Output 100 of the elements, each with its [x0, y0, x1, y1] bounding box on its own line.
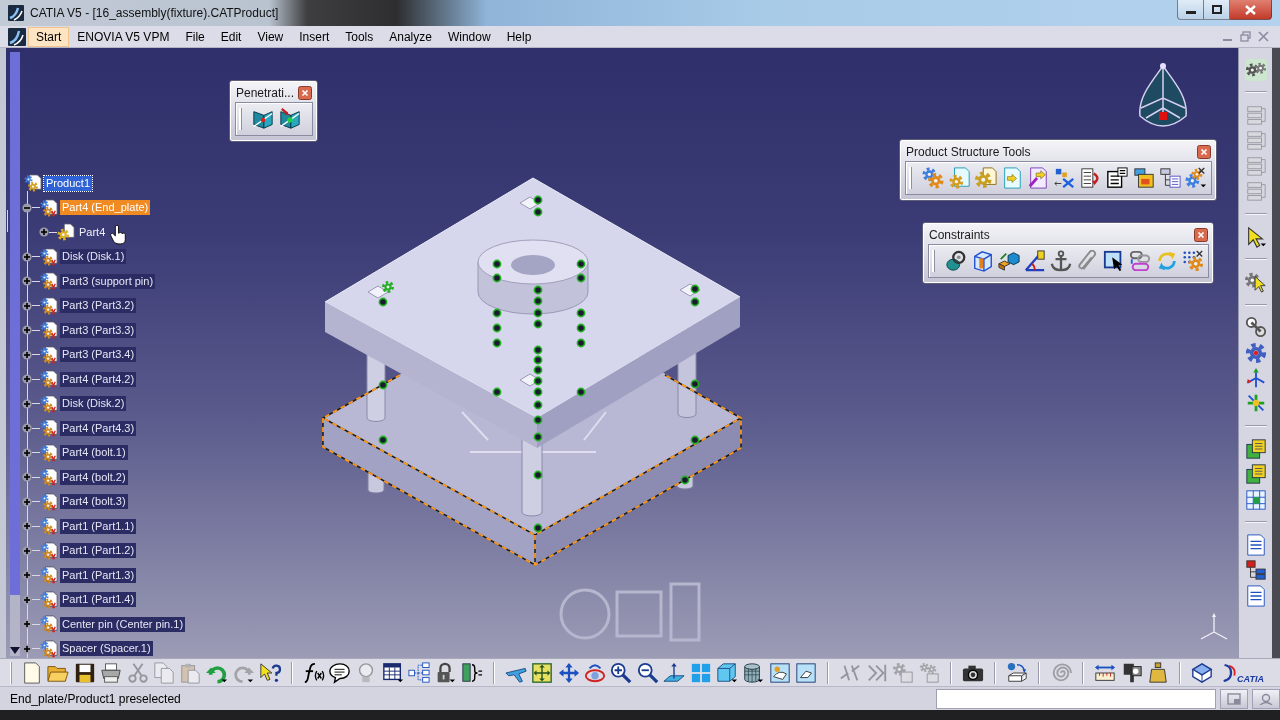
- sphere-box-icon[interactable]: [1006, 661, 1029, 684]
- picture-icon[interactable]: [768, 661, 791, 684]
- collapse-icon[interactable]: [22, 202, 32, 213]
- menu-item[interactable]: Analyze: [381, 26, 440, 47]
- axes-icon[interactable]: [1244, 367, 1267, 390]
- document-lines-icon[interactable]: [1244, 533, 1267, 556]
- brace-equals-icon[interactable]: [460, 661, 483, 684]
- zoom-in-icon[interactable]: [610, 661, 633, 684]
- menu-item[interactable]: Window: [439, 26, 499, 47]
- weight-icon[interactable]: [1147, 661, 1170, 684]
- expand-icon[interactable]: [22, 276, 32, 287]
- scattered-squares-icon[interactable]: [1053, 167, 1076, 189]
- orbit-icon[interactable]: [584, 661, 607, 684]
- zoom-out-icon[interactable]: [636, 661, 659, 684]
- expand-icon[interactable]: [22, 570, 32, 581]
- stacked-documents-icon[interactable]: [1244, 463, 1267, 486]
- document-gears-icon[interactable]: [40, 296, 58, 315]
- expand-icon[interactable]: [22, 619, 32, 630]
- expand-icon[interactable]: [39, 227, 49, 238]
- tree-item[interactable]: Part3 (Part3.4): [60, 347, 137, 363]
- linkage-icon[interactable]: [1244, 316, 1267, 339]
- gear-document-icon[interactable]: [974, 167, 997, 189]
- gears-cross-icon[interactable]: [1185, 167, 1208, 189]
- document-gears-icon[interactable]: [40, 394, 58, 413]
- hierarchy-icon[interactable]: [1244, 559, 1267, 582]
- close-icon[interactable]: [1193, 227, 1208, 242]
- document-gears-icon[interactable]: [40, 590, 58, 609]
- menu-item[interactable]: Insert: [291, 26, 338, 47]
- text-frame-icon[interactable]: [1106, 167, 1129, 189]
- maximize-button[interactable]: [1204, 0, 1230, 20]
- expand-icon[interactable]: [22, 594, 32, 605]
- expand-icon[interactable]: [22, 521, 32, 532]
- tree-item[interactable]: Part4 (Part4.2): [60, 371, 137, 387]
- expand-icon[interactable]: [22, 545, 32, 556]
- menu-item[interactable]: Edit: [212, 26, 250, 47]
- document-gears-icon[interactable]: [24, 174, 42, 193]
- document-gears-icon[interactable]: [40, 443, 58, 462]
- expand-icon[interactable]: [22, 251, 32, 262]
- expand-icon[interactable]: [22, 643, 32, 654]
- document-gears-icon[interactable]: [40, 492, 58, 511]
- swoosh-tile-icon[interactable]: [8, 27, 26, 46]
- clipboard-icon[interactable]: [179, 661, 202, 684]
- offset-blocks-icon[interactable]: [997, 250, 1020, 272]
- close-button[interactable]: [1230, 0, 1272, 20]
- four-way-arrow-icon[interactable]: [557, 661, 580, 684]
- expand-icon[interactable]: [22, 447, 32, 458]
- expand-icon[interactable]: [22, 398, 32, 409]
- menu-item[interactable]: View: [249, 26, 292, 47]
- angle-icon[interactable]: [1024, 250, 1047, 272]
- cube-icon[interactable]: [716, 661, 738, 684]
- square-arrows-icon[interactable]: [531, 661, 554, 684]
- framed-plane-icon[interactable]: [795, 661, 818, 684]
- document-gears-icon[interactable]: [40, 419, 58, 438]
- document-gears-icon[interactable]: [40, 345, 58, 364]
- tree-item[interactable]: Part3 (Part3.3): [60, 322, 137, 338]
- formula-icon[interactable]: [302, 661, 325, 684]
- command-input-field[interactable]: [936, 688, 1216, 709]
- document-gears-icon[interactable]: [40, 321, 58, 340]
- document-gears-icon[interactable]: [40, 566, 58, 585]
- tree-item[interactable]: Part4 (Part4.3): [60, 420, 137, 436]
- tree-item[interactable]: Part1 (Part1.3): [60, 567, 137, 583]
- tree-item[interactable]: Disk (Disk.1): [60, 249, 127, 265]
- document-gears-icon[interactable]: [40, 541, 58, 560]
- printer-icon[interactable]: [100, 661, 123, 684]
- split-cube-icon[interactable]: [971, 250, 994, 272]
- tree-item[interactable]: Product1: [44, 175, 93, 191]
- speech-bubble-icon[interactable]: [328, 661, 351, 684]
- swoosh-tile-icon[interactable]: [8, 5, 24, 21]
- tree-item[interactable]: Part1 (Part1.1): [60, 518, 137, 534]
- scroll-down-icon[interactable]: [10, 646, 20, 654]
- document-gears-icon[interactable]: [40, 517, 58, 536]
- status-button[interactable]: [1252, 688, 1280, 709]
- document-gears-icon[interactable]: [40, 370, 58, 389]
- tree-item[interactable]: Part4 (bolt.2): [60, 469, 128, 485]
- linked-rings-icon[interactable]: [945, 250, 968, 272]
- document-gears-icon[interactable]: [40, 615, 58, 634]
- expand-icon[interactable]: [22, 374, 32, 385]
- tree-item[interactable]: Part3 (Part3.2): [60, 298, 137, 314]
- document-gears-icon[interactable]: [40, 468, 58, 487]
- stacked-documents-icon[interactable]: [1244, 437, 1267, 460]
- plane-arrow-icon[interactable]: [663, 661, 686, 684]
- paperclip-icon[interactable]: [1076, 250, 1099, 272]
- tree-item[interactable]: Disk (Disk.2): [60, 396, 127, 412]
- tree-item[interactable]: Part4 (bolt.1): [60, 445, 128, 461]
- menu-item[interactable]: Start: [28, 26, 70, 47]
- menu-item[interactable]: Help: [498, 26, 540, 47]
- gears-icon[interactable]: [922, 167, 945, 189]
- close-icon[interactable]: [298, 85, 313, 100]
- gear-grid-icon[interactable]: [1181, 250, 1204, 272]
- section-plane-arrow-icon[interactable]: [278, 108, 301, 130]
- close-icon[interactable]: [1197, 144, 1212, 159]
- document-lines-icon[interactable]: [1244, 584, 1267, 607]
- tree-item[interactable]: Part4 (bolt.3): [60, 494, 128, 510]
- grid-sheet-icon[interactable]: [1244, 488, 1267, 511]
- menu-item[interactable]: ENOVIA V5 VPM: [69, 26, 178, 47]
- tree-item[interactable]: Part3 (support pin): [60, 273, 156, 289]
- document-icon[interactable]: [21, 661, 43, 684]
- arrow-question-icon[interactable]: [258, 661, 281, 684]
- menu-item[interactable]: File: [177, 26, 213, 47]
- gears-icon[interactable]: [1244, 58, 1267, 81]
